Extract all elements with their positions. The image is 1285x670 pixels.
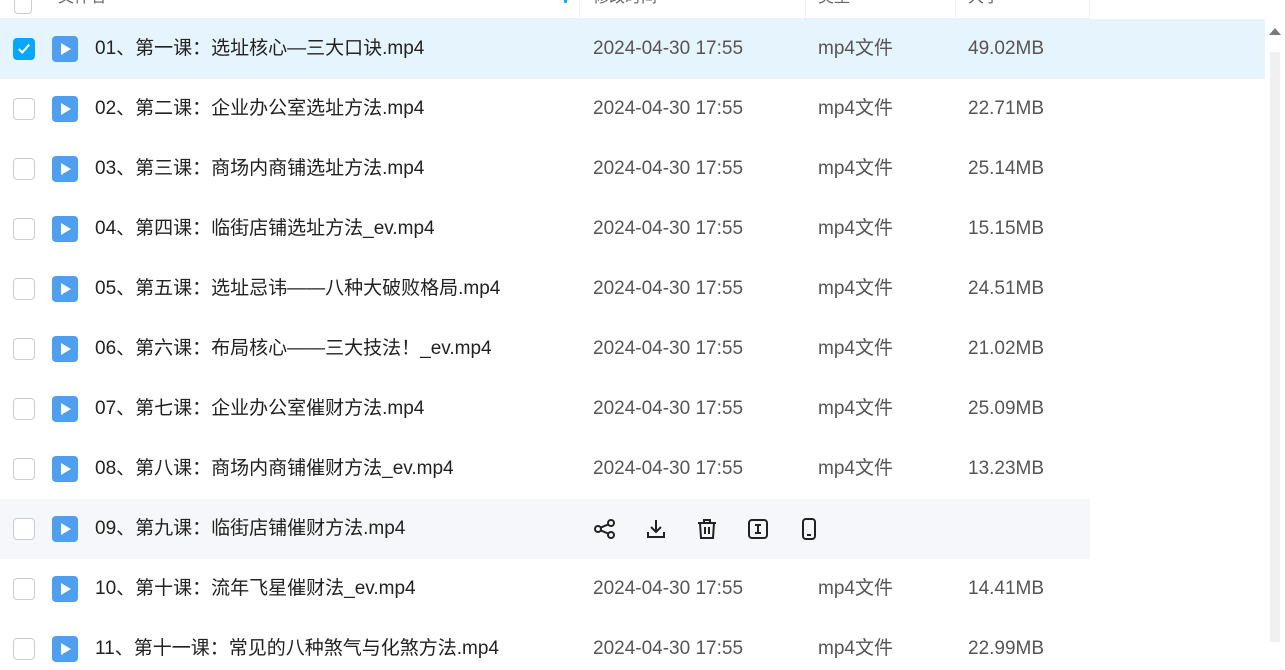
mobile-icon[interactable] [797, 517, 821, 541]
file-size: 24.51MB [968, 278, 1045, 299]
delete-icon[interactable] [695, 517, 719, 541]
file-list: 01、第一课：选址核心—三大口诀.mp4 2024-04-30 17:55 mp… [0, 19, 1265, 670]
file-modified-time: 2024-04-30 17:55 [593, 98, 744, 119]
video-file-icon [52, 156, 78, 182]
file-modified-time: 2024-04-30 17:55 [593, 398, 744, 419]
file-size: 14.41MB [968, 578, 1045, 599]
file-modified-time: 2024-04-30 17:55 [593, 38, 744, 59]
video-file-icon [52, 396, 78, 422]
file-name[interactable]: 07、第七课：企业办公室催财方法.mp4 [95, 379, 424, 439]
file-name[interactable]: 10、第十课：流年飞星催财法_ev.mp4 [95, 559, 416, 619]
row-checkbox[interactable] [13, 278, 35, 300]
rename-icon[interactable] [746, 517, 770, 541]
file-size: 25.09MB [968, 398, 1045, 419]
file-name[interactable]: 04、第四课：临街店铺选址方法_ev.mp4 [95, 199, 435, 259]
column-header-type[interactable]: 类型 [806, 0, 956, 18]
file-size: 22.99MB [968, 638, 1045, 659]
column-header-name[interactable]: 文件名 [46, 0, 580, 18]
file-type: mp4文件 [818, 278, 893, 299]
table-row[interactable]: 05、第五课：选址忌讳——八种大破败格局.mp4 2024-04-30 17:5… [0, 259, 1090, 319]
select-all-checkbox[interactable] [14, 0, 32, 14]
file-modified-time: 2024-04-30 17:55 [593, 458, 744, 479]
table-row[interactable]: 09、第九课：临街店铺催财方法.mp4 [0, 499, 1090, 559]
table-row[interactable]: 06、第六课：布局核心——三大技法！_ev.mp4 2024-04-30 17:… [0, 319, 1090, 379]
file-list-view: 文件名 修改时间 类型 大小 01、第一课：选址核心—三大口诀.mp4 2024… [0, 0, 1285, 670]
file-modified-time: 2024-04-30 17:55 [593, 638, 744, 659]
row-checkbox[interactable] [13, 578, 35, 600]
file-modified-time: 2024-04-30 17:55 [593, 278, 744, 299]
file-size: 22.71MB [968, 98, 1045, 119]
file-size: 25.14MB [968, 158, 1045, 179]
file-name[interactable]: 05、第五课：选址忌讳——八种大破败格局.mp4 [95, 259, 500, 319]
video-file-icon [52, 216, 78, 242]
table-row[interactable]: 03、第三课：商场内商铺选址方法.mp4 2024-04-30 17:55 mp… [0, 139, 1090, 199]
scroll-track[interactable] [1270, 52, 1280, 642]
sort-indicator-icon [564, 0, 567, 3]
file-modified-time: 2024-04-30 17:55 [593, 578, 744, 599]
video-file-icon [52, 456, 78, 482]
file-size: 15.15MB [968, 218, 1045, 239]
table-header: 文件名 修改时间 类型 大小 [0, 0, 1090, 19]
row-checkbox[interactable] [13, 38, 35, 60]
table-row[interactable]: 04、第四课：临街店铺选址方法_ev.mp4 2024-04-30 17:55 … [0, 199, 1090, 259]
file-modified-time: 2024-04-30 17:55 [593, 218, 744, 239]
file-name[interactable]: 03、第三课：商场内商铺选址方法.mp4 [95, 139, 424, 199]
file-name[interactable]: 01、第一课：选址核心—三大口诀.mp4 [95, 19, 424, 79]
file-type: mp4文件 [818, 338, 893, 359]
row-checkbox[interactable] [13, 98, 35, 120]
file-type: mp4文件 [818, 38, 893, 59]
file-type: mp4文件 [818, 638, 893, 659]
column-header-size[interactable]: 大小 [956, 0, 1090, 18]
video-file-icon [52, 336, 78, 362]
file-size: 21.02MB [968, 338, 1045, 359]
share-icon[interactable] [593, 517, 617, 541]
table-row[interactable]: 01、第一课：选址核心—三大口诀.mp4 2024-04-30 17:55 mp… [0, 19, 1265, 79]
row-checkbox[interactable] [13, 398, 35, 420]
download-icon[interactable] [644, 517, 668, 541]
table-row[interactable]: 07、第七课：企业办公室催财方法.mp4 2024-04-30 17:55 mp… [0, 379, 1090, 439]
file-modified-time: 2024-04-30 17:55 [593, 158, 744, 179]
video-file-icon [52, 96, 78, 122]
file-name[interactable]: 06、第六课：布局核心——三大技法！_ev.mp4 [95, 319, 492, 379]
file-size: 49.02MB [968, 38, 1045, 59]
table-row[interactable]: 02、第二课：企业办公室选址方法.mp4 2024-04-30 17:55 mp… [0, 79, 1090, 139]
table-row[interactable]: 11、第十一课：常见的八种煞气与化煞方法.mp4 2024-04-30 17:5… [0, 619, 1090, 670]
row-checkbox[interactable] [13, 218, 35, 240]
table-row[interactable]: 10、第十课：流年飞星催财法_ev.mp4 2024-04-30 17:55 m… [0, 559, 1090, 619]
row-checkbox[interactable] [13, 338, 35, 360]
column-header-time[interactable]: 修改时间 [581, 0, 806, 18]
vertical-scrollbar[interactable] [1265, 22, 1285, 670]
scroll-up-arrow-icon[interactable] [1269, 28, 1281, 35]
table-row[interactable]: 08、第八课：商场内商铺催财方法_ev.mp4 2024-04-30 17:55… [0, 439, 1090, 499]
row-checkbox[interactable] [13, 638, 35, 660]
video-file-icon [52, 636, 78, 662]
video-file-icon [52, 516, 78, 542]
file-name[interactable]: 11、第十一课：常见的八种煞气与化煞方法.mp4 [95, 619, 499, 670]
file-name[interactable]: 08、第八课：商场内商铺催财方法_ev.mp4 [95, 439, 454, 499]
file-type: mp4文件 [818, 218, 893, 239]
file-type: mp4文件 [818, 158, 893, 179]
video-file-icon [52, 36, 78, 62]
row-checkbox[interactable] [13, 458, 35, 480]
file-type: mp4文件 [818, 578, 893, 599]
video-file-icon [52, 576, 78, 602]
file-size: 13.23MB [968, 458, 1045, 479]
video-file-icon [52, 276, 78, 302]
checkmark-icon [18, 43, 31, 55]
row-checkbox[interactable] [13, 518, 35, 540]
file-name[interactable]: 09、第九课：临街店铺催财方法.mp4 [95, 499, 405, 559]
file-type: mp4文件 [818, 398, 893, 419]
file-modified-time: 2024-04-30 17:55 [593, 338, 744, 359]
file-type: mp4文件 [818, 458, 893, 479]
file-type: mp4文件 [818, 98, 893, 119]
row-checkbox[interactable] [13, 158, 35, 180]
file-name[interactable]: 02、第二课：企业办公室选址方法.mp4 [95, 79, 424, 139]
